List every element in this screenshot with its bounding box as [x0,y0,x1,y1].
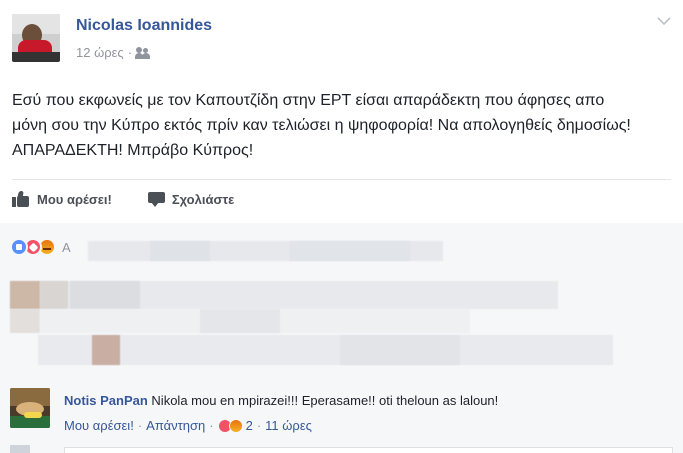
post-timestamp[interactable]: 12 ώρες [76,45,124,60]
meta-separator: · [127,45,133,60]
comment-button[interactable]: Σχολιάστε [147,191,235,207]
reactions-names-text[interactable]: A [62,240,71,255]
comments-section: A Notis PanPan Nikola mou en mpirazei!!! [0,223,683,453]
post-meta: 12 ώρες · [76,45,151,60]
comment-actions: Μου αρέσει! · Απάντηση · 2 · 11 ώρες [64,418,312,433]
like-button-label: Μου αρέσει! [37,191,112,207]
comment-timestamp[interactable]: 11 ώρες [265,418,312,433]
comment-text: Nikola mou en mpirazei!!! Eperasame!! ot… [151,393,499,408]
comment-reaction-count: 2 [245,418,253,433]
like-button[interactable]: Μου αρέσει! [12,191,112,207]
commenter-avatar[interactable] [10,388,50,428]
separator: · [209,418,214,433]
reply-avatar [10,445,30,453]
separator: · [137,418,143,433]
chevron-down-icon[interactable] [657,16,671,26]
reply-input[interactable] [64,447,673,453]
separator: · [256,418,262,433]
comment-like-link[interactable]: Μου αρέσει! [64,418,134,433]
divider [12,179,671,180]
commenter-name[interactable]: Notis PanPan [64,393,148,408]
post-author-name[interactable]: Nicolas Ioannides [76,17,212,35]
post-text: Εσύ που εκφωνείς με τον Καπουτζίδη στην … [12,92,631,159]
comment-body: Notis PanPan Nikola mou en mpirazei!!! E… [64,393,498,408]
facebook-post: Nicolas Ioannides 12 ώρες · Εσύ που εκφω… [0,0,683,453]
friends-icon[interactable] [135,46,151,59]
angry-reaction-icon [228,418,243,433]
post-actions-bar: Μου αρέσει! Σχολιάστε [12,188,234,210]
author-avatar[interactable] [12,14,60,62]
reactions-summary[interactable]: A [10,238,71,256]
comment-reply-link[interactable]: Απάντηση [146,418,205,433]
comment-bubble-icon [147,191,165,207]
like-reaction-icon [10,238,28,256]
comment-button-label: Σχολιάστε [171,191,235,207]
comment-reactions[interactable]: 2 [217,418,253,433]
thumbs-up-icon [12,191,30,207]
